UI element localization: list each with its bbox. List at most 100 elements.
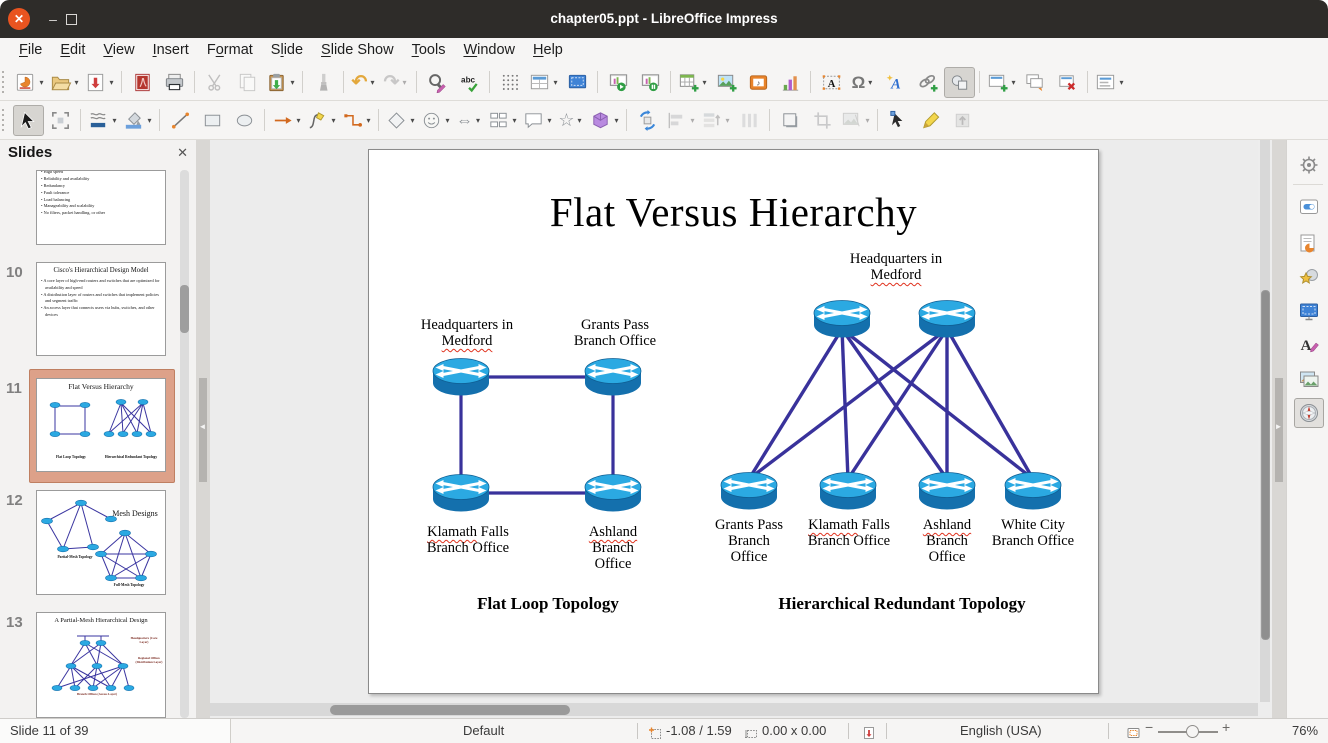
dropdown-arrow-icon[interactable]: ▾ bbox=[546, 116, 554, 125]
draw-functions-button[interactable] bbox=[944, 67, 975, 98]
spelling-button[interactable]: abc bbox=[454, 67, 485, 98]
callouts-button[interactable]: ▾ bbox=[521, 105, 555, 136]
dropdown-arrow-icon[interactable]: ▾ bbox=[576, 116, 584, 125]
rotate-button[interactable] bbox=[632, 105, 663, 136]
slide-thumbnail-10[interactable]: Cisco's Hierarchical Design Model A core… bbox=[36, 262, 166, 356]
dropdown-arrow-icon[interactable]: ▾ bbox=[1010, 78, 1018, 87]
export-pdf-button[interactable] bbox=[127, 67, 158, 98]
insert-chart-button[interactable] bbox=[775, 67, 806, 98]
zoom-pan-button[interactable] bbox=[45, 105, 76, 136]
menu-tools[interactable]: Tools bbox=[403, 38, 455, 64]
print-button[interactable] bbox=[159, 67, 190, 98]
diagram-caption[interactable]: Hierarchical Redundant Topology bbox=[778, 594, 1025, 614]
zoom-in-button[interactable]: + bbox=[1222, 719, 1230, 735]
slide-thumbnail-12[interactable]: Mesh Designs bbox=[36, 490, 166, 595]
sidebar-tab-shapes[interactable] bbox=[1294, 262, 1324, 292]
dropdown-arrow-icon[interactable]: ▾ bbox=[1118, 78, 1126, 87]
dropdown-arrow-icon[interactable]: ▾ bbox=[474, 116, 482, 125]
diagram-node-label[interactable]: Grants PassBranchOffice bbox=[702, 517, 796, 565]
save-button[interactable]: ▾ bbox=[83, 67, 117, 98]
delete-slide-button[interactable] bbox=[1052, 67, 1083, 98]
sidebar-tab-properties[interactable] bbox=[1294, 150, 1324, 180]
menu-help[interactable]: Help bbox=[524, 38, 572, 64]
line-style-button[interactable]: ▾ bbox=[86, 105, 120, 136]
dropdown-arrow-icon[interactable]: ▾ bbox=[552, 78, 560, 87]
dropdown-arrow-icon[interactable]: ▾ bbox=[400, 78, 408, 87]
slide-layout-button[interactable]: ▾ bbox=[1093, 67, 1127, 98]
zoom-out-button[interactable]: − bbox=[1145, 719, 1153, 735]
display-grid-button[interactable] bbox=[495, 67, 526, 98]
open-button[interactable]: ▾ bbox=[48, 67, 82, 98]
insert-textbox-button[interactable]: A bbox=[816, 67, 847, 98]
diagram-node-label[interactable]: Headquarters inMedford bbox=[830, 251, 962, 283]
insert-line-button[interactable] bbox=[165, 105, 196, 136]
new-presentation-button[interactable]: ▾ bbox=[13, 67, 47, 98]
text-language[interactable]: English (USA) bbox=[960, 719, 1042, 743]
fit-slide-icon[interactable] bbox=[1126, 724, 1141, 738]
dropdown-arrow-icon[interactable]: ▾ bbox=[111, 116, 119, 125]
slide-thumbnail-13[interactable]: A Partial-Mesh Hierarchical Design bbox=[36, 612, 166, 718]
sidebar-tab-animation[interactable] bbox=[1294, 228, 1324, 258]
slide-page[interactable]: Flat Versus Hierarchy Headquarters inMed… bbox=[368, 149, 1099, 694]
sidebar-splitter[interactable]: ► bbox=[1272, 140, 1286, 718]
menu-file[interactable]: File bbox=[10, 38, 51, 64]
sidebar-tab-gallery[interactable] bbox=[1294, 364, 1324, 394]
sidebar-tab-styles[interactable]: A bbox=[1294, 330, 1324, 360]
ellipse-button[interactable] bbox=[229, 105, 260, 136]
dropdown-arrow-icon[interactable]: ▾ bbox=[689, 116, 697, 125]
slide-thumbnail-9[interactable]: High speedReliability and availabilityRe… bbox=[36, 170, 166, 245]
gluepoints-button[interactable] bbox=[915, 105, 946, 136]
toolbar-grip[interactable] bbox=[2, 71, 9, 93]
dropdown-arrow-icon[interactable]: ▾ bbox=[724, 116, 732, 125]
dropdown-arrow-icon[interactable]: ▾ bbox=[108, 78, 116, 87]
sidebar-tab-master-slides[interactable] bbox=[1294, 296, 1324, 326]
diagram-node-label[interactable]: Klamath FallsBranch Office bbox=[785, 517, 913, 549]
dropdown-arrow-icon[interactable]: ▾ bbox=[866, 78, 874, 87]
fill-color-button[interactable]: ▾ bbox=[121, 105, 155, 136]
menu-slide[interactable]: Slide bbox=[262, 38, 312, 64]
dropdown-arrow-icon[interactable]: ▾ bbox=[295, 116, 303, 125]
shadow-button[interactable] bbox=[775, 105, 806, 136]
dropdown-arrow-icon[interactable]: ▾ bbox=[613, 116, 621, 125]
rectangle-button[interactable] bbox=[197, 105, 228, 136]
diagram-caption[interactable]: Flat Loop Topology bbox=[477, 594, 619, 614]
dropdown-arrow-icon[interactable]: ▾ bbox=[511, 116, 519, 125]
dropdown-arrow-icon[interactable]: ▾ bbox=[409, 116, 417, 125]
slides-panel-scrollbar-track[interactable] bbox=[180, 170, 189, 718]
stars-banners-button[interactable]: ☆▾ bbox=[556, 105, 587, 136]
connectors-button[interactable]: ▾ bbox=[340, 105, 374, 136]
diagram-node-label[interactable]: AshlandBranchOffice bbox=[566, 524, 660, 572]
dropdown-arrow-icon[interactable]: ▾ bbox=[368, 78, 376, 87]
zoom-slider-handle[interactable] bbox=[1186, 725, 1199, 738]
start-first-slide-button[interactable] bbox=[603, 67, 634, 98]
diagram-node-label[interactable]: Klamath FallsBranch Office bbox=[401, 524, 535, 556]
3d-objects-button[interactable]: ▾ bbox=[588, 105, 622, 136]
vertical-scrollbar-thumb[interactable] bbox=[1261, 290, 1270, 640]
undo-button[interactable]: ↶▾ bbox=[349, 67, 380, 98]
master-slide-button[interactable] bbox=[562, 67, 593, 98]
layout-name[interactable]: Default bbox=[463, 719, 504, 743]
insert-table-button[interactable]: ▾ bbox=[676, 67, 710, 98]
find-replace-button[interactable] bbox=[422, 67, 453, 98]
slide-canvas[interactable]: Flat Versus Hierarchy Headquarters inMed… bbox=[210, 140, 1258, 718]
paste-button[interactable]: ▾ bbox=[264, 67, 298, 98]
dropdown-arrow-icon[interactable]: ▾ bbox=[73, 78, 81, 87]
menu-edit[interactable]: Edit bbox=[51, 38, 94, 64]
basic-shapes-button[interactable]: ▾ bbox=[384, 105, 418, 136]
menu-view[interactable]: View bbox=[94, 38, 143, 64]
dropdown-arrow-icon[interactable]: ▾ bbox=[146, 116, 154, 125]
slides-panel-scrollbar-thumb[interactable] bbox=[180, 285, 189, 333]
edit-points-button[interactable] bbox=[883, 105, 914, 136]
curves-polygons-button[interactable]: ▾ bbox=[305, 105, 339, 136]
slide-thumbnail-11[interactable]: Flat Versus Hierarchy bbox=[36, 378, 166, 472]
dropdown-arrow-icon[interactable]: ▾ bbox=[289, 78, 297, 87]
unsaved-changes-icon[interactable] bbox=[862, 724, 876, 738]
dropdown-arrow-icon[interactable]: ▾ bbox=[38, 78, 46, 87]
select-button[interactable] bbox=[13, 105, 44, 136]
special-character-button[interactable]: Ω▾ bbox=[848, 67, 879, 98]
dropdown-arrow-icon[interactable]: ▾ bbox=[330, 116, 338, 125]
insert-image-button[interactable] bbox=[711, 67, 742, 98]
lines-arrows-button[interactable]: ▾ bbox=[270, 105, 304, 136]
symbol-shapes-button[interactable]: ▾ bbox=[419, 105, 453, 136]
menu-insert[interactable]: Insert bbox=[144, 38, 198, 64]
